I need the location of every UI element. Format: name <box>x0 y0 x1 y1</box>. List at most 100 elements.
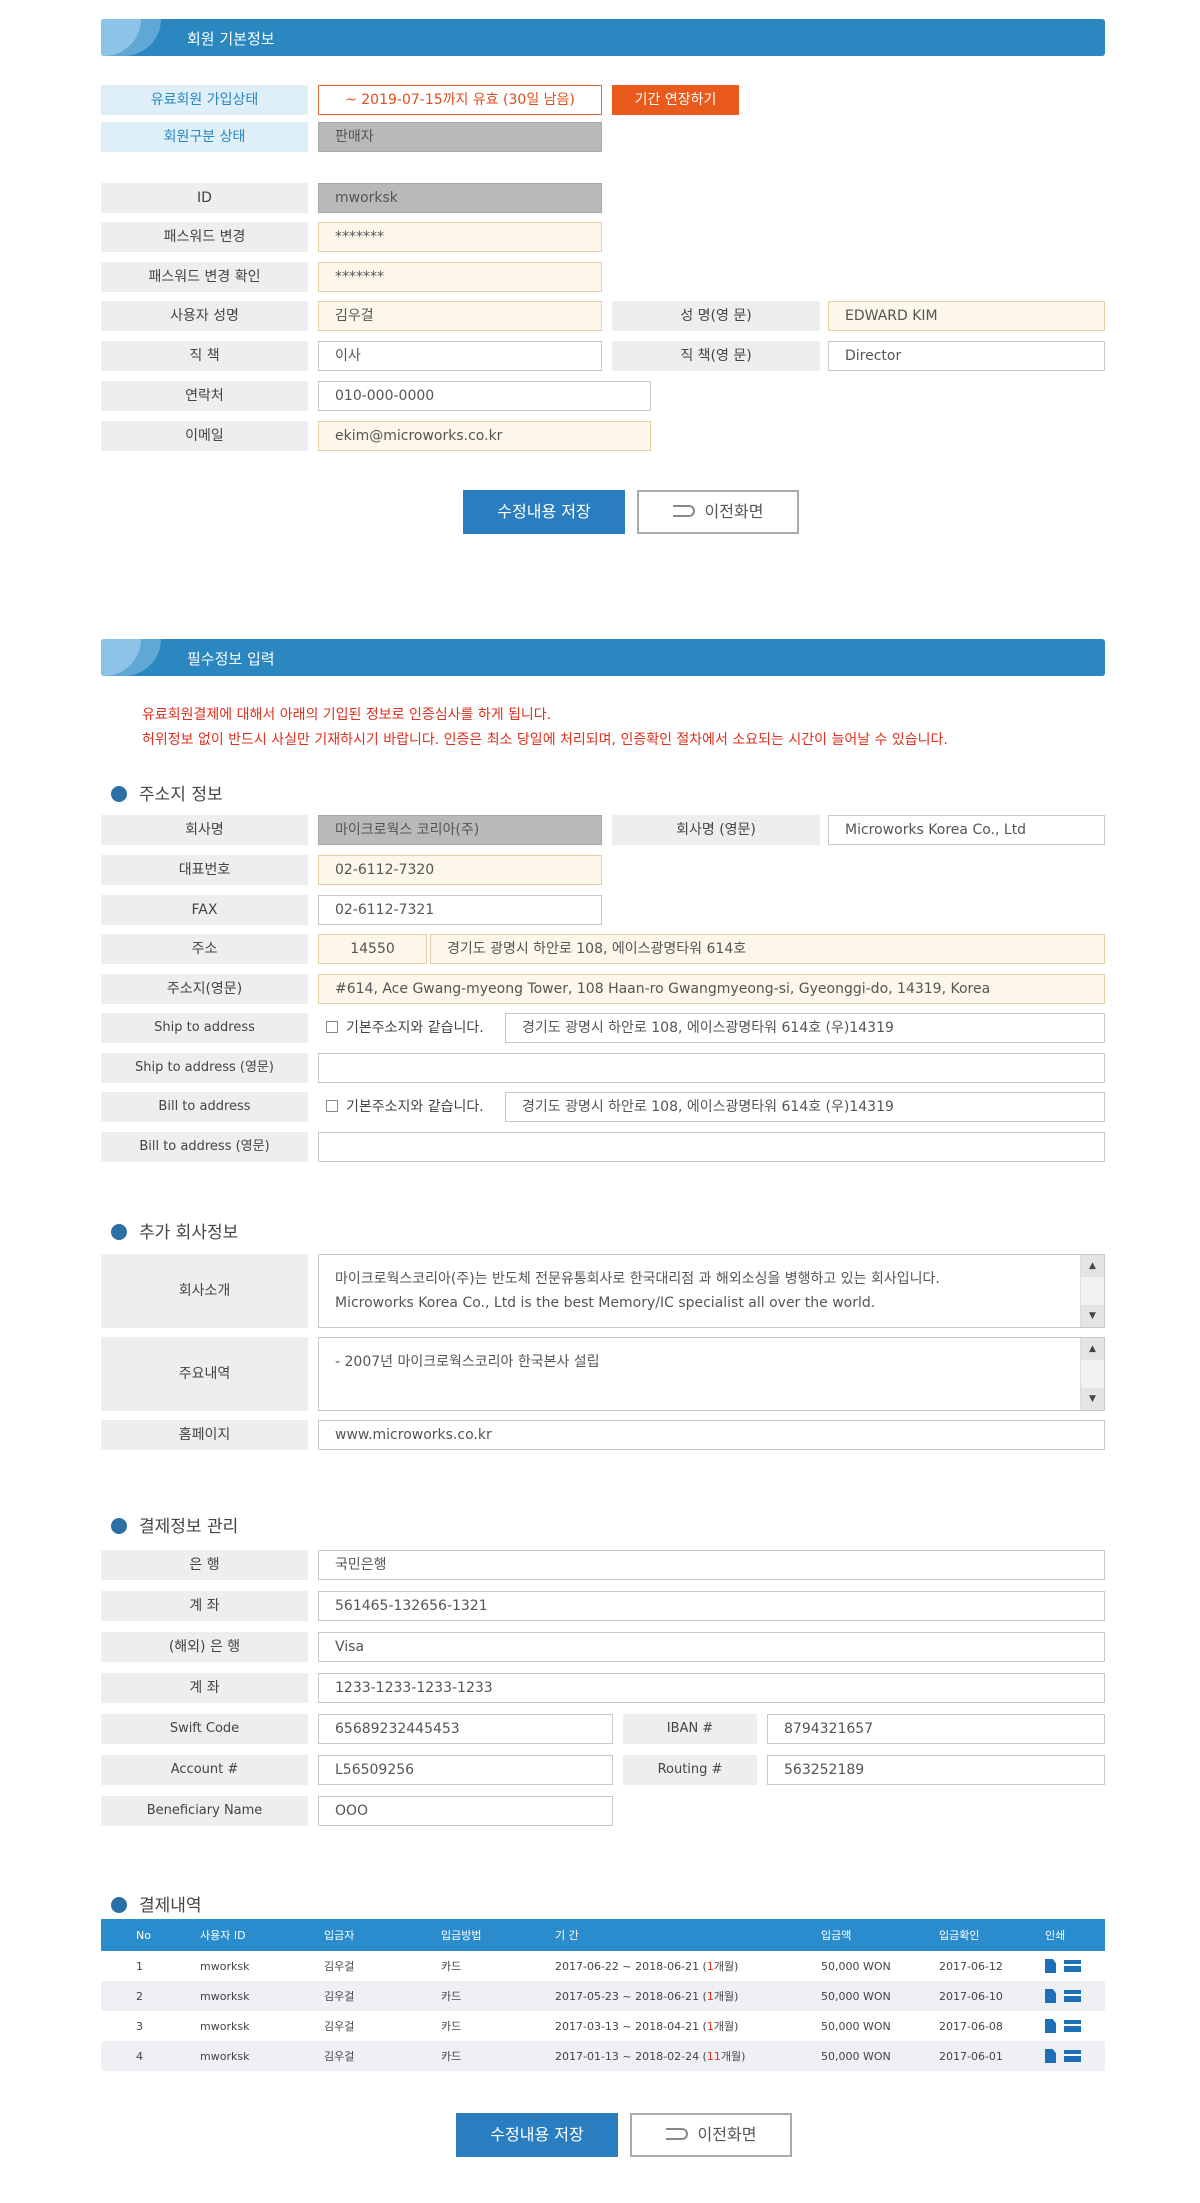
id-field: mworksk <box>318 183 602 213</box>
col-amount: 입금액 <box>821 1919 939 1951</box>
foreign-bank-label: (해외) 은 행 <box>101 1632 308 1662</box>
document-icon[interactable] <box>1045 2049 1056 2063</box>
cell-amount: 50,000 WON <box>821 2041 939 2071</box>
document-icon[interactable] <box>1045 1989 1056 2003</box>
document-icon[interactable] <box>1045 1959 1056 1973</box>
phone-field[interactable]: 010-000-0000 <box>318 381 651 411</box>
foreign-bank-field[interactable]: Visa <box>318 1632 1105 1662</box>
history-textarea[interactable]: - 2007년 마이크로웍스코리아 한국본사 설립 ▲ ▼ <box>318 1337 1105 1411</box>
basic-section-header: 회원 기본정보 <box>101 19 1105 56</box>
password-change-field[interactable]: ******* <box>318 222 602 252</box>
member-type-value: 판매자 <box>318 122 602 152</box>
password-change-label: 패스워드 변경 <box>101 222 308 252</box>
beneficiary-field[interactable]: OOO <box>318 1796 613 1826</box>
back-button-bottom[interactable]: 이전화면 <box>630 2113 792 2157</box>
routing-label: Routing # <box>623 1755 757 1785</box>
account-label: 계 좌 <box>101 1591 308 1621</box>
bill-same-checkbox[interactable]: 기본주소지와 같습니다. <box>326 1092 484 1122</box>
intro-line-2: Microworks Korea Co., Ltd is the best Me… <box>335 1295 876 1311</box>
save-button-bottom[interactable]: 수정내용 저장 <box>456 2113 618 2157</box>
col-print: 인쇄 <box>1045 1919 1105 1951</box>
card-icon[interactable] <box>1064 2020 1081 2032</box>
company-intro-label: 회사소개 <box>101 1254 308 1328</box>
address-label: 주소 <box>101 934 308 964</box>
company-eng-field[interactable]: Microworks Korea Co., Ltd <box>828 815 1105 845</box>
tel-field[interactable]: 02-6112-7320 <box>318 855 602 885</box>
scroll-down-icon[interactable]: ▼ <box>1081 1305 1104 1327</box>
eng-job-title-label: 직 책(영 문) <box>612 341 820 371</box>
cell-period: 2017-06-22 ~ 2018-06-21 (1개월) <box>555 1960 739 1973</box>
job-title-field[interactable]: 이사 <box>318 341 602 371</box>
notice-line-2: 허위정보 없이 반드시 사실만 기재하시기 바랍니다. 인증은 최소 당일에 처… <box>142 732 948 748</box>
company-intro-textarea[interactable]: 마이크로웍스코리아(주)는 반도체 전문유통회사로 한국대리점 과 해외소싱을 … <box>318 1254 1105 1328</box>
id-label: ID <box>101 183 308 213</box>
fax-field[interactable]: 02-6112-7321 <box>318 895 602 925</box>
iban-label: IBAN # <box>623 1714 757 1744</box>
iban-field[interactable]: 8794321657 <box>767 1714 1105 1744</box>
password-confirm-field[interactable]: ******* <box>318 262 602 292</box>
address-heading-text: 주소지 정보 <box>139 785 223 805</box>
cell-payer: 김우걸 <box>324 1960 355 1973</box>
address-eng-label: 주소지(영문) <box>101 974 308 1004</box>
bank-field[interactable]: 국민은행 <box>318 1550 1105 1580</box>
cell-payer: 김우걸 <box>324 2041 441 2071</box>
cell-no: 1 <box>136 1959 143 1973</box>
cell-user-id: mworksk <box>200 1981 324 2011</box>
routing-field[interactable]: 563252189 <box>767 1755 1105 1785</box>
bank-label: 은 행 <box>101 1550 308 1580</box>
save-button[interactable]: 수정내용 저장 <box>463 490 625 534</box>
cell-confirm: 2017-06-10 <box>939 1981 1045 2011</box>
email-label: 이메일 <box>101 421 308 451</box>
eng-job-title-field[interactable]: Director <box>828 341 1105 371</box>
cell-amount: 50,000 WON <box>821 2019 891 2033</box>
card-icon[interactable] <box>1064 1990 1081 2002</box>
cell-period: 2017-01-13 ~ 2018-02-24 (11개월) <box>555 2041 821 2071</box>
swift-field[interactable]: 65689232445453 <box>318 1714 613 1744</box>
back-button-label: 이전화면 <box>704 502 764 521</box>
required-section-title: 필수정보 입력 <box>187 650 275 668</box>
card-icon[interactable] <box>1064 1960 1081 1972</box>
document-icon[interactable] <box>1045 2019 1056 2033</box>
ship-same-checkbox[interactable]: 기본주소지와 같습니다. <box>326 1013 484 1043</box>
ship-to-field[interactable]: 경기도 광명시 하안로 108, 에이스광명타워 614호 (우)14319 <box>505 1013 1105 1043</box>
job-title-label: 직 책 <box>101 341 308 371</box>
col-method: 입금방법 <box>441 1919 555 1951</box>
company-eng-label: 회사명 (영문) <box>612 815 820 845</box>
extend-period-button[interactable]: 기간 연장하기 <box>612 85 739 115</box>
scrollbar[interactable]: ▲ ▼ <box>1080 1255 1104 1327</box>
payment-info-heading: 결제정보 관리 <box>111 1512 238 1537</box>
scrollbar[interactable]: ▲ ▼ <box>1080 1338 1104 1410</box>
back-button[interactable]: 이전화면 <box>637 490 799 534</box>
scroll-down-icon[interactable]: ▼ <box>1081 1388 1104 1410</box>
notice-line-1: 유료회원결제에 대해서 아래의 기입된 정보로 인증심사를 하게 됩니다. <box>142 707 552 723</box>
paid-status-label: 유료회원 가입상태 <box>101 85 308 115</box>
scroll-up-icon[interactable]: ▲ <box>1081 1255 1104 1277</box>
scroll-up-icon[interactable]: ▲ <box>1081 1338 1104 1360</box>
payment-history-heading-text: 결제내역 <box>139 1896 202 1916</box>
account-field[interactable]: 561465-132656-1321 <box>318 1591 1105 1621</box>
card-icon[interactable] <box>1064 2050 1081 2062</box>
cell-no: 2 <box>101 1981 200 2011</box>
account-number-field[interactable]: L56509256 <box>318 1755 613 1785</box>
bill-to-eng-field[interactable] <box>318 1132 1105 1162</box>
zipcode-field[interactable]: 14550 <box>318 934 427 964</box>
address-field[interactable]: 경기도 광명시 하안로 108, 에이스광명타워 614호 <box>430 934 1105 964</box>
address-eng-field[interactable]: #614, Ace Gwang-myeong Tower, 108 Haan-r… <box>318 974 1105 1004</box>
table-header-row: No 사용자 ID 입금자 입금방법 기 간 입금액 입금확인 인쇄 <box>101 1919 1105 1951</box>
cell-amount: 50,000 WON <box>821 1981 939 2011</box>
paid-status-value: ~ 2019-07-15까지 유효 (30일 남음) <box>318 85 602 115</box>
cell-user-id: mworksk <box>200 1959 250 1973</box>
fax-label: FAX <box>101 895 308 925</box>
homepage-field[interactable]: www.microworks.co.kr <box>318 1420 1105 1450</box>
homepage-label: 홈페이지 <box>101 1420 308 1450</box>
email-field[interactable]: ekim@microworks.co.kr <box>318 421 651 451</box>
ship-to-eng-field[interactable] <box>318 1053 1105 1083</box>
user-name-field[interactable]: 김우걸 <box>318 301 602 331</box>
bill-to-field[interactable]: 경기도 광명시 하안로 108, 에이스광명타워 614호 (우)14319 <box>505 1092 1105 1122</box>
foreign-account-field[interactable]: 1233-1233-1233-1233 <box>318 1673 1105 1703</box>
cell-method: 카드 <box>441 2041 555 2071</box>
cell-user-id: mworksk <box>200 2019 250 2033</box>
back-button-label: 이전화면 <box>697 2125 757 2144</box>
eng-name-field[interactable]: EDWARD KIM <box>828 301 1105 331</box>
cell-print <box>1045 2041 1105 2071</box>
